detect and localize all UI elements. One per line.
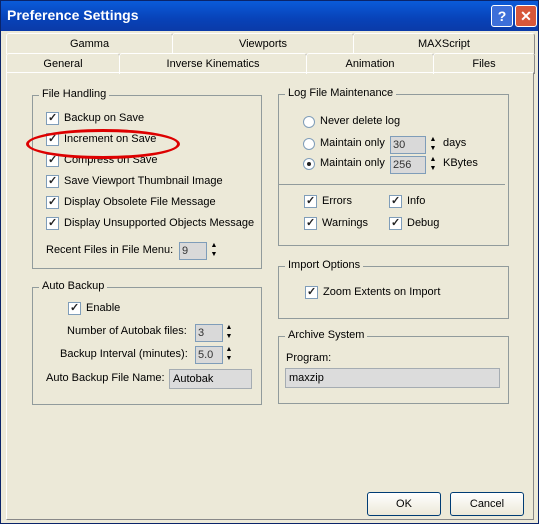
days-value[interactable]: 30 xyxy=(390,136,426,154)
kbytes-spinner-icon[interactable]: ▲ ▼ xyxy=(428,155,438,173)
maintain-kbytes-label: Maintain only xyxy=(320,157,385,169)
enable-backup-checkbox[interactable] xyxy=(68,301,81,315)
program-input[interactable]: maxzip xyxy=(285,368,500,388)
unsupported-objects-label: Display Unsupported Objects Message xyxy=(64,217,255,229)
title-bar: Preference Settings ? ✕ xyxy=(1,1,538,31)
info-label: Info xyxy=(407,195,426,207)
zoom-extents-checkbox[interactable] xyxy=(305,285,318,299)
debug-checkbox[interactable] xyxy=(389,216,402,230)
errors-label: Errors xyxy=(322,195,352,207)
info-checkbox[interactable] xyxy=(389,194,402,208)
backup-filename-input[interactable]: Autobak xyxy=(169,369,252,389)
backup-on-save-label: Backup on Save xyxy=(64,112,145,124)
days-spinner-icon[interactable]: ▲ ▼ xyxy=(428,135,438,153)
errors-checkbox[interactable] xyxy=(304,194,317,208)
kbytes-value[interactable]: 256 xyxy=(390,156,426,174)
recent-files-spinner-icon[interactable]: ▲ ▼ xyxy=(209,241,219,259)
backup-interval-value[interactable]: 5.0 xyxy=(195,346,223,364)
num-autobak-value[interactable]: 3 xyxy=(195,324,223,342)
backup-on-save-checkbox[interactable] xyxy=(46,111,59,125)
tab-viewports[interactable]: Viewports xyxy=(172,33,354,54)
program-label: Program: xyxy=(286,352,332,364)
maintain-days-label: Maintain only xyxy=(320,137,385,149)
window-title: Preference Settings xyxy=(7,7,139,23)
save-thumbnail-checkbox[interactable] xyxy=(46,174,59,188)
unsupported-objects-checkbox[interactable] xyxy=(46,216,59,230)
obsolete-file-checkbox[interactable] xyxy=(46,195,59,209)
cancel-button[interactable]: Cancel xyxy=(450,492,524,516)
ok-button[interactable]: OK xyxy=(367,492,441,516)
tab-gamma[interactable]: Gamma xyxy=(6,33,173,54)
num-autobak-spinner-icon[interactable]: ▲ ▼ xyxy=(224,323,234,341)
tab-maxscript[interactable]: MAXScript xyxy=(353,33,535,54)
recent-files-label: Recent Files in File Menu: xyxy=(46,244,174,256)
backup-interval-label: Backup Interval (minutes): xyxy=(60,348,188,360)
debug-label: Debug xyxy=(407,217,440,229)
preference-settings-window: Preference Settings ? ✕ Gamma Viewports … xyxy=(0,0,539,524)
log-separator xyxy=(279,184,505,185)
file-handling-title: File Handling xyxy=(39,88,110,100)
warnings-checkbox[interactable] xyxy=(304,216,317,230)
save-thumbnail-label: Save Viewport Thumbnail Image xyxy=(64,175,223,187)
num-autobak-label: Number of Autobak files: xyxy=(67,325,187,337)
import-options-title: Import Options xyxy=(285,259,364,271)
maintain-kbytes-radio[interactable] xyxy=(303,158,315,170)
kbytes-unit-label: KBytes xyxy=(443,157,478,169)
increment-on-save-checkbox[interactable] xyxy=(46,132,59,146)
obsolete-file-label: Display Obsolete File Message xyxy=(64,196,216,208)
help-button[interactable]: ? xyxy=(491,5,513,27)
never-delete-radio[interactable] xyxy=(303,116,315,128)
tab-general[interactable]: General xyxy=(6,53,120,74)
archive-system-title: Archive System xyxy=(285,329,368,341)
tab-strip: Gamma Viewports MAXScript General Invers… xyxy=(6,33,535,74)
compress-on-save-checkbox[interactable] xyxy=(46,153,59,167)
close-button[interactable]: ✕ xyxy=(515,5,537,27)
days-unit-label: days xyxy=(443,137,467,149)
warnings-label: Warnings xyxy=(322,217,369,229)
log-maintenance-title: Log File Maintenance xyxy=(285,87,397,99)
never-delete-label: Never delete log xyxy=(320,115,401,127)
increment-on-save-label: Increment on Save xyxy=(64,133,157,145)
compress-on-save-label: Compress on Save xyxy=(64,154,158,166)
backup-filename-label: Auto Backup File Name: xyxy=(46,372,165,384)
tab-inverse-kinematics[interactable]: Inverse Kinematics xyxy=(119,53,307,74)
zoom-extents-label: Zoom Extents on Import xyxy=(323,286,441,298)
tab-animation[interactable]: Animation xyxy=(306,53,434,74)
maintain-days-radio[interactable] xyxy=(303,138,315,150)
recent-files-value[interactable]: 9 xyxy=(179,242,207,260)
enable-backup-label: Enable xyxy=(86,302,121,314)
tab-files[interactable]: Files xyxy=(433,53,535,74)
backup-interval-spinner-icon[interactable]: ▲ ▼ xyxy=(224,345,234,363)
auto-backup-title: Auto Backup xyxy=(39,280,108,292)
